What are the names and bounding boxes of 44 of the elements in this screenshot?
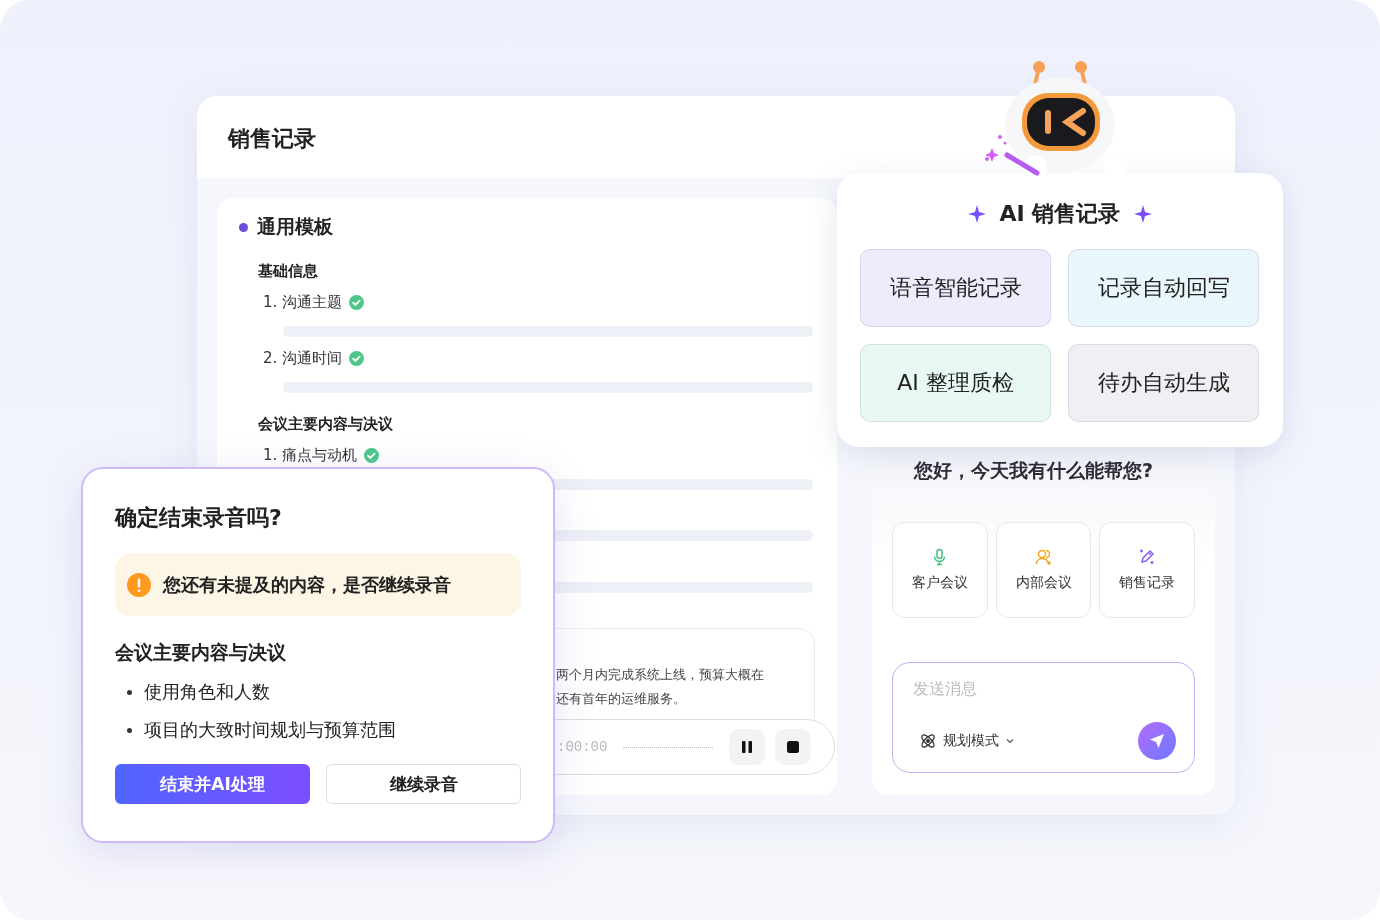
sparkle-icon: [1134, 205, 1153, 223]
warning-text: 您还有未提及的内容，是否继续录音: [163, 572, 451, 597]
pencil-icon: [1138, 548, 1157, 566]
bullet-dot: [239, 222, 248, 232]
feature-tile: 语音智能记录: [860, 249, 1051, 327]
template-heading: 通用模板: [257, 214, 333, 239]
transcript-text: 还有首年的运维服务。: [556, 690, 687, 708]
sparkle-icon: [967, 205, 986, 223]
recording-time: :00:00: [557, 739, 608, 755]
window-title: 销售记录: [228, 125, 316, 153]
continue-button[interactable]: 继续录音: [326, 764, 521, 804]
section-title: 基础信息: [258, 262, 319, 281]
warning-icon: [127, 572, 151, 597]
section-title: 会议主要内容与决议: [115, 640, 287, 665]
pause-icon: [741, 741, 754, 753]
bullet-dot: [127, 727, 132, 733]
people-icon: [1034, 548, 1053, 566]
chevron-down-icon: [1005, 736, 1015, 746]
stop-button[interactable]: [775, 729, 812, 765]
shortcut-card[interactable]: 销售记录: [1099, 522, 1195, 618]
send-button[interactable]: [1138, 722, 1176, 760]
stop-icon: [787, 741, 800, 753]
shortcut-card[interactable]: 客户会议: [892, 522, 988, 618]
greeting-text: 您好，今天我有什么能帮您?: [914, 458, 1155, 483]
section-title: 会议主要内容与决议: [258, 415, 394, 434]
atom-icon: [919, 732, 937, 750]
bullet-text: 使用角色和人数: [144, 680, 270, 704]
feature-tile: 待办自动生成: [1068, 344, 1259, 422]
message-input[interactable]: 发送消息 规划模式: [892, 662, 1195, 773]
feature-tile: AI 整理质检: [860, 344, 1051, 422]
shortcut-card[interactable]: 内部会议: [995, 522, 1092, 618]
ai-card-title: AI 销售记录: [999, 200, 1121, 228]
feature-tile: 记录自动回写: [1068, 249, 1259, 327]
field-label: 1. 痛点与动机: [263, 446, 358, 465]
field-label: 2. 沟通时间: [263, 349, 343, 368]
pause-button[interactable]: [729, 729, 766, 765]
bullet-text: 项目的大致时间规划与预算范围: [144, 718, 396, 742]
bullet-dot: [127, 689, 132, 695]
field-label: 1. 沟通主题: [263, 293, 343, 312]
dialog-title: 确定结束录音吗?: [115, 504, 283, 532]
send-icon: [1148, 732, 1166, 750]
end-process-button[interactable]: 结束并AI处理: [115, 764, 310, 804]
transcript-text: 两个月内完成系统上线，预算大概在: [556, 666, 765, 684]
mode-selector[interactable]: 规划模式: [913, 732, 1015, 750]
